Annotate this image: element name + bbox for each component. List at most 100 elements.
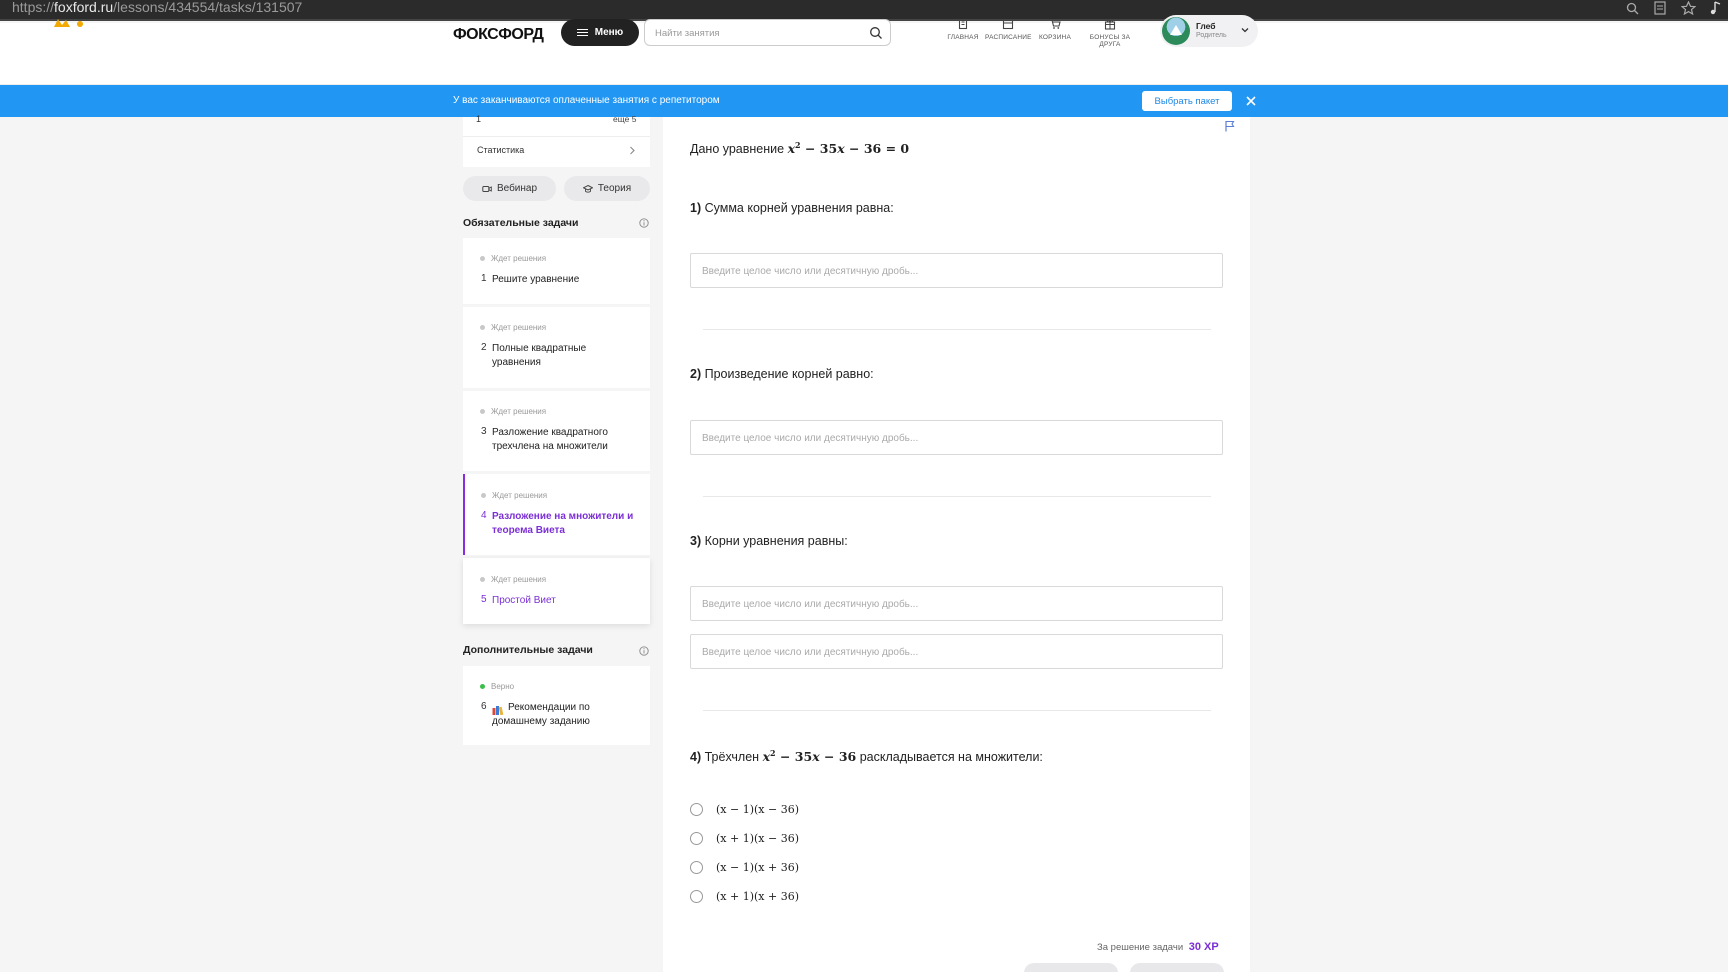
search-icon[interactable]: [869, 26, 883, 40]
notification-banner: У вас заканчиваются оплаченные занятия с…: [0, 85, 1728, 117]
close-icon[interactable]: [1243, 93, 1259, 109]
reader-icon[interactable]: [1652, 0, 1668, 16]
video-camera-icon: [482, 185, 492, 192]
equation-formula: x2 − 35x − 36 = 0: [787, 140, 910, 157]
gift-icon: [1104, 19, 1116, 30]
task-number: 1: [481, 273, 487, 284]
choose-package-button[interactable]: Выбрать пакет: [1142, 91, 1232, 111]
webinar-button[interactable]: Вебинар: [463, 176, 556, 201]
zoom-icon[interactable]: [1624, 0, 1640, 16]
task-status: Ждет решения: [480, 491, 548, 500]
user-name: Глеб: [1196, 21, 1216, 31]
submit-button[interactable]: [1130, 963, 1224, 972]
task-item-2[interactable]: Ждет решения 2 Полные квадратные уравнен…: [463, 307, 650, 388]
option-3[interactable]: (x − 1)(x + 36): [690, 859, 799, 875]
info-icon[interactable]: [639, 646, 649, 656]
answer-field-3a[interactable]: [690, 586, 1223, 621]
option-4[interactable]: (x + 1)(x + 36): [690, 888, 799, 904]
chevron-down-icon: [1241, 28, 1249, 33]
address-bar[interactable]: https://foxford.ru/lessons/434554/tasks/…: [12, 0, 302, 20]
bookmark-star-icon[interactable]: [1680, 0, 1696, 16]
question-text: Произведение корней равно:: [704, 367, 874, 381]
extra-tasks-title: Дополнительные задачи: [463, 644, 593, 656]
option-2[interactable]: (x + 1)(x − 36): [690, 830, 799, 846]
trinomial-formula: x2 − 35x − 36: [762, 748, 857, 765]
menu-icon: [576, 28, 588, 37]
answer-input[interactable]: [702, 264, 1202, 278]
task-title: Рекомендации по домашнему заданию: [492, 702, 590, 727]
nav-home[interactable]: ГЛАВНАЯ: [947, 18, 979, 41]
question-number: 4): [690, 750, 702, 765]
option-label: (x − 1)(x − 36): [716, 802, 799, 816]
question-text: Корни уравнения равны:: [704, 534, 848, 548]
task-number: 3: [481, 426, 487, 437]
answer-input[interactable]: [702, 431, 1202, 445]
url-prefix: https://: [12, 0, 55, 15]
task-title: Простой Виет: [492, 595, 556, 606]
option-label: (x − 1)(x + 36): [716, 860, 799, 874]
radio-button[interactable]: [690, 802, 703, 816]
info-icon[interactable]: [639, 218, 649, 228]
menu-button-label: Меню: [594, 27, 624, 38]
task-status: Ждет решения: [479, 575, 547, 584]
answer-field-2[interactable]: [690, 420, 1223, 455]
music-icon[interactable]: [1708, 0, 1724, 16]
user-role: Родитель: [1196, 32, 1227, 39]
browser-toolbar: https://foxford.ru/lessons/434554/tasks/…: [0, 0, 1728, 21]
radio-button[interactable]: [690, 831, 703, 845]
fox-logo-icon: [54, 19, 83, 27]
url-path: /lessons/434554/tasks/131507: [113, 0, 303, 15]
task-status: Ждет решения: [479, 254, 547, 263]
task-item-1[interactable]: Ждет решения 1 Решите уравнение: [463, 238, 650, 304]
task-status: Ждет решения: [479, 407, 547, 416]
answer-field-1[interactable]: [690, 253, 1223, 288]
question-suffix: раскладывается на множители:: [859, 750, 1043, 765]
task-item-5[interactable]: Ждет решения 5 Простой Виет: [463, 558, 650, 624]
user-menu[interactable]: Глеб Родитель: [1160, 15, 1258, 47]
search-box[interactable]: [644, 19, 891, 46]
nav-schedule-label: РАСПИСАНИЕ: [985, 34, 1032, 41]
task-item-6[interactable]: Верно 6 Рекомендации по домашнему задани…: [463, 666, 650, 745]
answer-input[interactable]: [702, 597, 1202, 611]
equation-statement: Дано уравнение x2 − 35x − 36 = 0: [690, 140, 909, 156]
option-label: (x + 1)(x + 36): [716, 889, 799, 903]
option-1[interactable]: (x − 1)(x − 36): [690, 801, 799, 817]
progress-more[interactable]: еще 5: [613, 114, 636, 124]
question-3: 3) Корни уравнения равны:: [690, 534, 848, 548]
task-number: 4: [481, 510, 487, 521]
radio-button[interactable]: [690, 860, 703, 874]
nav-cart-label: КОРЗИНА: [1039, 34, 1071, 41]
graduation-cap-icon: [582, 184, 593, 193]
task-number: 5: [481, 594, 487, 605]
task-item-4[interactable]: Ждет решения 4 Разложение на множители и…: [463, 474, 650, 555]
cart-icon: [1050, 19, 1061, 29]
divider: [703, 496, 1211, 497]
nav-bonuses-label: БОНУСЫ ЗА ДРУГА: [1089, 34, 1131, 48]
nav-schedule[interactable]: РАСПИСАНИЕ: [985, 18, 1032, 41]
answer-input[interactable]: [702, 645, 1202, 659]
skip-button[interactable]: [1024, 963, 1118, 972]
task-title: Решите уравнение: [492, 274, 580, 285]
flag-icon[interactable]: [1224, 120, 1236, 132]
radio-button[interactable]: [690, 889, 703, 903]
reward-info: За решение задачи 30 XP: [1097, 941, 1219, 953]
question-prefix: Трёхчлен: [704, 750, 760, 765]
webinar-label: Вебинар: [496, 183, 538, 194]
chevron-right-icon: [630, 146, 635, 155]
nav-cart[interactable]: КОРЗИНА: [1039, 18, 1071, 41]
theory-button[interactable]: Теория: [564, 176, 650, 201]
search-input[interactable]: [655, 25, 855, 41]
reward-label: За решение задачи: [1097, 942, 1184, 953]
site-logo[interactable]: ФОКСФОРД: [453, 26, 544, 44]
question-text: Сумма корней уравнения равна:: [704, 201, 894, 215]
answer-field-3b[interactable]: [690, 634, 1223, 669]
question-1: 1) Сумма корней уравнения равна:: [690, 201, 894, 215]
task-title: Полные квадратные уравнения: [492, 343, 587, 368]
task-item-3[interactable]: Ждет решения 3 Разложение квадратного тр…: [463, 391, 650, 471]
task-status: Ждет решения: [479, 323, 547, 332]
nav-bonuses[interactable]: БОНУСЫ ЗА ДРУГА: [1080, 18, 1140, 48]
task-number: 2: [481, 342, 487, 353]
equation-intro: Дано уравнение: [690, 142, 785, 157]
menu-button[interactable]: Меню: [561, 19, 639, 46]
statistics-link[interactable]: Статистика: [463, 136, 650, 163]
